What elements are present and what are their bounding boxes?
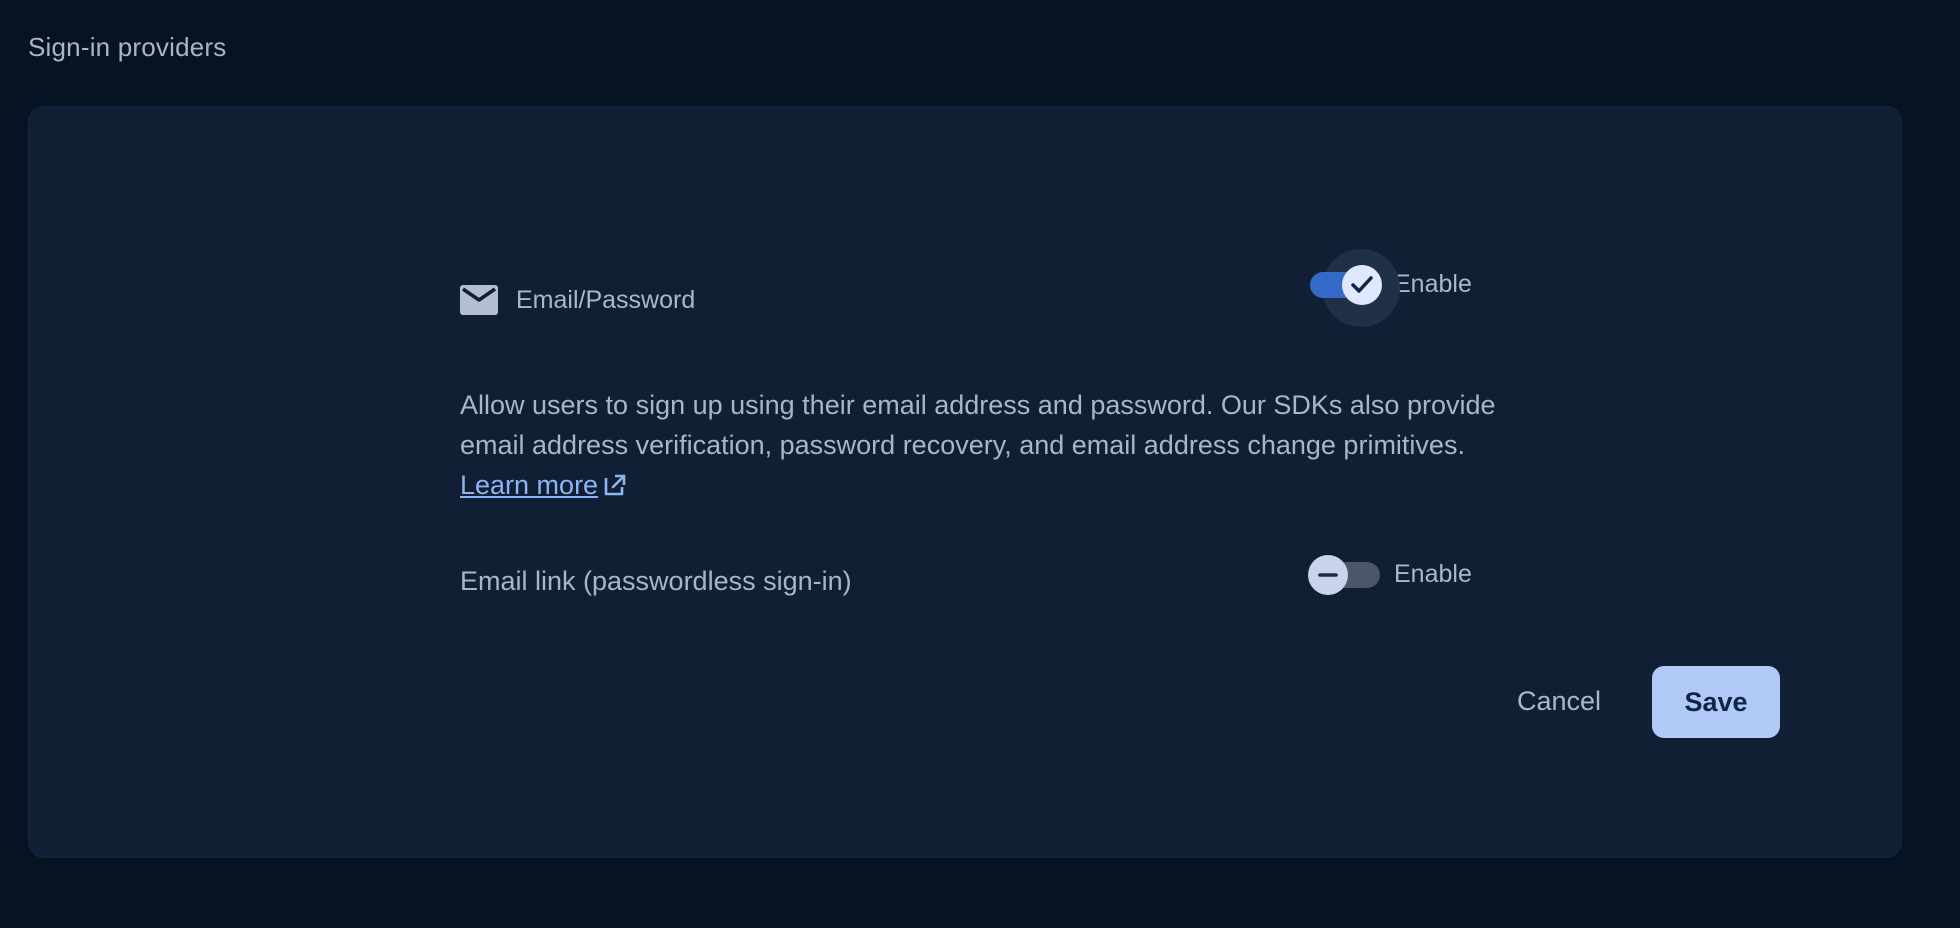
external-link-icon[interactable] xyxy=(602,472,628,498)
provider-description-text: Allow users to sign up using their email… xyxy=(460,390,1496,460)
mail-icon xyxy=(460,285,498,315)
provider-description: Allow users to sign up using their email… xyxy=(460,385,1500,505)
cancel-button[interactable]: Cancel xyxy=(1490,666,1628,736)
toggle-knob xyxy=(1308,554,1348,595)
toggle-knob xyxy=(1342,264,1382,305)
page-title: Sign-in providers xyxy=(28,32,227,62)
check-icon xyxy=(1351,275,1373,293)
email-password-enable-label: Enable xyxy=(1394,270,1472,298)
email-link-enable-toggle[interactable] xyxy=(1308,554,1382,595)
email-link-enable-label: Enable xyxy=(1394,560,1472,588)
email-link-label: Email link (passwordless sign-in) xyxy=(460,566,852,596)
provider-name: Email/Password xyxy=(516,285,696,314)
email-password-enable-toggle[interactable] xyxy=(1308,248,1400,327)
minus-icon xyxy=(1318,572,1338,577)
email-link-toggle-group: Enable xyxy=(1308,554,1472,595)
learn-more-link[interactable]: Learn more xyxy=(460,470,598,500)
email-password-toggle-group: Enable xyxy=(1308,248,1472,327)
save-button[interactable]: Save xyxy=(1652,666,1780,738)
provider-header: Email/Password xyxy=(460,285,695,315)
